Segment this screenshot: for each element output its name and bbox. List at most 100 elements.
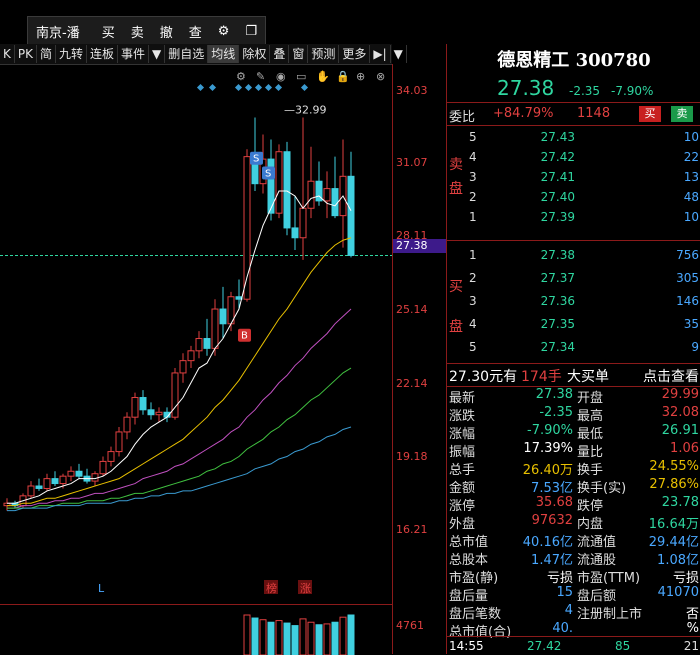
- account-selector[interactable]: 南京-潘: [28, 22, 94, 41]
- toolbar-item[interactable]: 预测: [308, 45, 340, 63]
- tick-flag: 21: [683, 639, 699, 653]
- ask-row[interactable]: 1 27.39 10: [447, 210, 700, 228]
- stock-title: 德恩精工 300780: [447, 46, 700, 72]
- bid-row[interactable]: 4 27.35 35: [447, 317, 700, 335]
- quick-buy-button[interactable]: 买: [639, 106, 661, 122]
- chart-toolbar: K PK 简九转 连板 事件 ▼ 删自选 均线 除权叠窗预测 更多 ▶| ▼: [0, 44, 407, 65]
- toolbar-item[interactable]: 均线: [208, 45, 240, 63]
- ask-row[interactable]: 4 27.42 22: [447, 150, 700, 168]
- price-tick: 34.03: [396, 84, 428, 97]
- ask-row[interactable]: 2 27.40 48: [447, 190, 700, 208]
- stat-key-2: 流通值: [577, 535, 617, 550]
- gear-icon[interactable]: ⚙: [210, 24, 238, 39]
- stat-row: 涨幅 -7.90% 最低 26.91: [449, 423, 700, 442]
- book-price: 27.38: [540, 248, 575, 262]
- cancel-button[interactable]: 撤: [152, 22, 181, 41]
- tick-price: 27.42: [527, 639, 562, 653]
- stat-value-2: 41070: [657, 585, 699, 600]
- lock-icon[interactable]: 🔒: [336, 70, 350, 83]
- quick-sell-button[interactable]: 卖: [671, 106, 693, 122]
- stat-key-2: 最低: [577, 427, 604, 442]
- candle-body: [67, 470, 75, 477]
- stat-key: 最新: [449, 391, 476, 406]
- bid-row[interactable]: 1 27.38 756: [447, 248, 700, 266]
- bid-row[interactable]: 2 27.37 305: [447, 271, 700, 289]
- book-level: 1: [469, 210, 477, 224]
- stat-key: 总市值: [449, 535, 489, 550]
- window-icon[interactable]: ❐: [237, 24, 265, 39]
- toolbar-item[interactable]: 九转: [56, 45, 88, 63]
- volume-chart[interactable]: [0, 604, 392, 655]
- pen-icon[interactable]: ✎: [256, 70, 265, 83]
- stat-key: 外盘: [449, 517, 476, 532]
- stat-row: 市盈(静) 亏损 市盈(TTM) 亏损: [449, 567, 700, 586]
- stat-value-2: 1.06: [670, 441, 699, 456]
- hand-icon[interactable]: ✋: [316, 70, 330, 83]
- stat-key: 涨幅: [449, 427, 476, 442]
- candle-body: [275, 151, 283, 214]
- bid-book: 买 盘 1 27.38 756 2 27.37 305 3 27.36 146 4 27.35 35 5…: [447, 246, 700, 361]
- toolbar-item[interactable]: ▶|: [370, 45, 391, 63]
- stat-value: -2.35: [539, 405, 573, 420]
- close-icon[interactable]: ⊗: [376, 70, 385, 83]
- book-price: 27.37: [540, 271, 575, 285]
- toolbar-item[interactable]: ▼: [391, 45, 407, 63]
- price-axis: 27.38 34.03 31.07 28.11 25.14 22.14 19.18 16.2…: [392, 64, 446, 654]
- marker-label: B: [241, 331, 248, 342]
- signal-dot: [254, 83, 263, 92]
- eye-icon[interactable]: ◉: [276, 70, 286, 83]
- stat-row: 总手 26.40万 换手 24.55%: [449, 459, 700, 478]
- candle-body: [115, 431, 123, 453]
- toolbar-item[interactable]: 窗: [289, 45, 309, 63]
- stat-row: 外盘 97632 内盘 16.64万: [449, 513, 700, 532]
- order-ratio-label: 委比: [449, 110, 476, 125]
- stat-value: 40.: [552, 621, 573, 636]
- stat-value: 亏损: [546, 571, 573, 586]
- candle-body: [195, 338, 203, 352]
- query-button[interactable]: 查: [181, 22, 210, 41]
- bid-row[interactable]: 5 27.34 9: [447, 340, 700, 358]
- toolbar-item[interactable]: 简: [37, 45, 56, 63]
- ask-row[interactable]: 3 27.41 13: [447, 170, 700, 188]
- toolbar-item[interactable]: 删自选: [165, 45, 209, 63]
- stat-key-2: 内盘: [577, 517, 604, 532]
- toolbar-item[interactable]: 更多: [339, 45, 371, 63]
- tick-time: 14:55: [449, 639, 484, 653]
- sell-button[interactable]: 卖: [123, 22, 152, 41]
- candle-body: [91, 473, 99, 482]
- order-ratio-value: +84.79%: [493, 106, 554, 121]
- stat-key-2: 跌停: [577, 499, 604, 514]
- plus-icon[interactable]: ⊕: [356, 70, 365, 83]
- order-diff-value: 1148: [577, 106, 611, 121]
- price-tick: 25.14: [396, 303, 428, 316]
- kline-chart[interactable]: ⚙ ✎ ◉ ▭ ✋ 🔒 ⊕ ⊗ —32.99 SS B L 榜 涨: [0, 64, 392, 604]
- toolbar-item[interactable]: PK: [15, 45, 37, 63]
- signal-dot: [196, 83, 205, 92]
- toolbar-item[interactable]: 叠: [270, 45, 290, 63]
- stat-key: 总手: [449, 463, 476, 478]
- stat-value: 27.38: [535, 387, 573, 402]
- book-volume: 756: [676, 248, 699, 262]
- stat-value-2: 16.64万: [648, 517, 699, 532]
- toolbar-item[interactable]: K: [0, 45, 15, 63]
- volume-bar: [347, 614, 355, 655]
- toolbar-item[interactable]: ▼: [149, 45, 166, 63]
- bid-row[interactable]: 3 27.36 146: [447, 294, 700, 312]
- candle-body: [203, 338, 211, 349]
- ruler-icon[interactable]: ▭: [296, 70, 306, 83]
- toolbar-item[interactable]: 事件: [118, 45, 150, 63]
- big-order-qty: 174手: [521, 369, 562, 385]
- stock-code: 300780: [575, 50, 651, 71]
- big-order-view-link[interactable]: 点击查看: [643, 366, 699, 386]
- toolbar-item[interactable]: 连板: [87, 45, 119, 63]
- signal-dot: [264, 83, 273, 92]
- candle-body: [75, 470, 83, 477]
- toolbar-item[interactable]: 除权: [239, 45, 271, 63]
- trade-toolbar: 南京-潘 买 卖 撤 查 ⚙ ❐: [27, 16, 267, 46]
- moving-average-line: [7, 190, 352, 504]
- buy-button[interactable]: 买: [94, 22, 123, 41]
- stat-key-2: 盘后额: [577, 589, 617, 604]
- gear-icon[interactable]: ⚙: [236, 70, 246, 83]
- ask-row[interactable]: 5 27.43 10: [447, 130, 700, 148]
- stat-value: 17.39%: [523, 441, 573, 456]
